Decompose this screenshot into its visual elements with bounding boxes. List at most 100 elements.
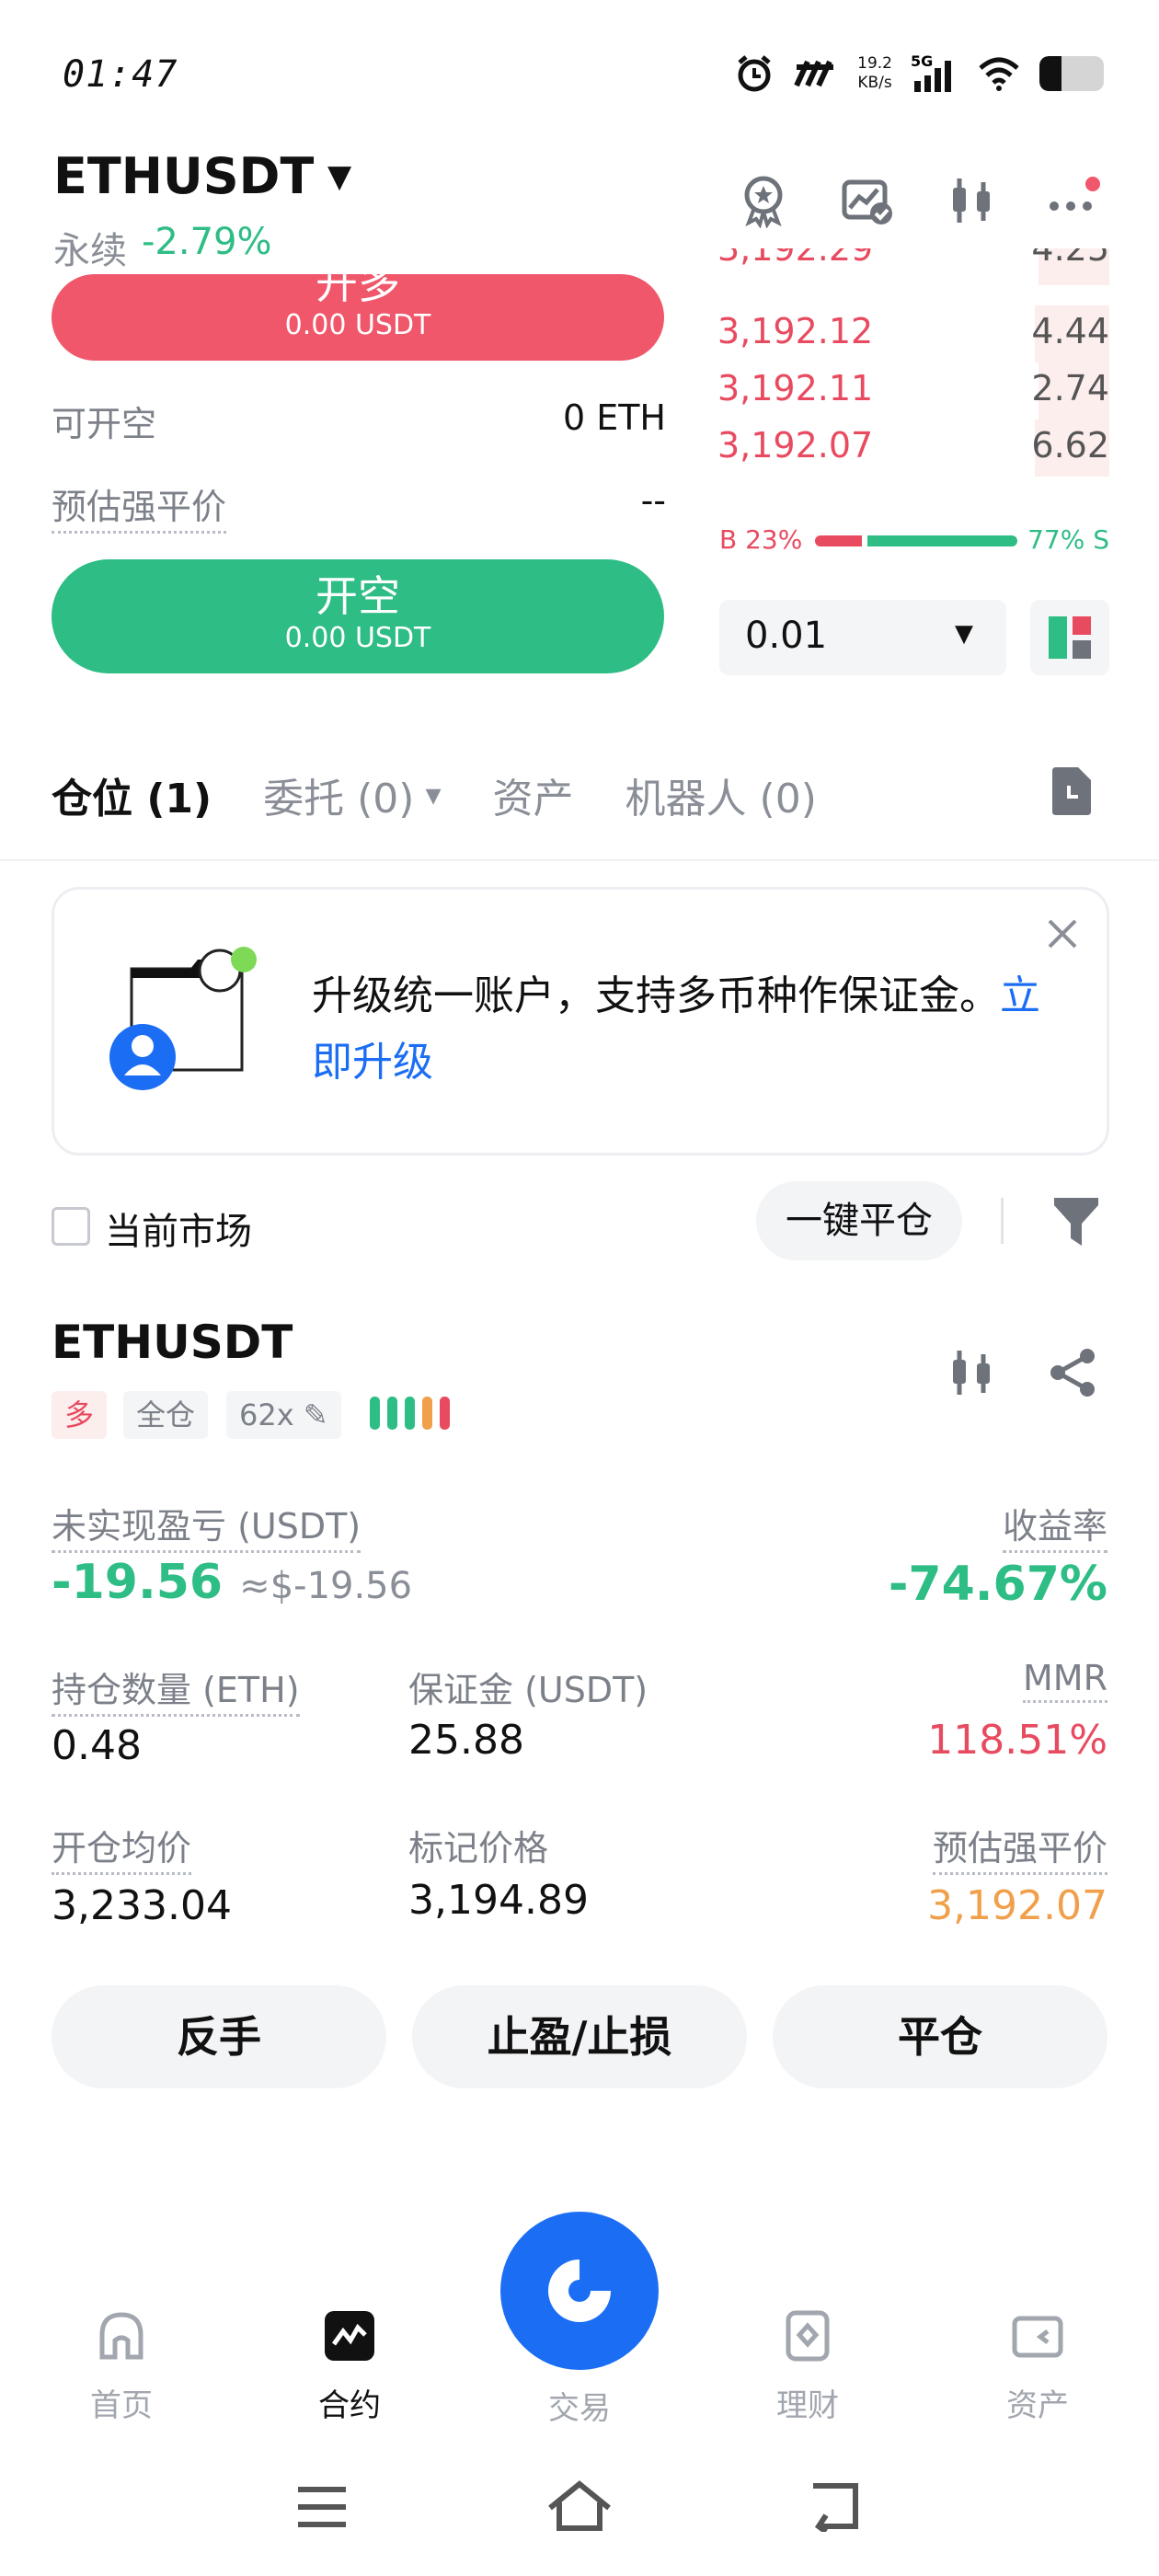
buy-ratio-label: B 23%	[719, 524, 803, 555]
ask-qty: 2.74	[1031, 368, 1109, 408]
rewards-badge-icon[interactable]	[736, 173, 791, 228]
ask-price: 3,192.12	[717, 311, 874, 351]
roe-value: -74.67%	[888, 1557, 1107, 1612]
cellular-signal-icon: 5G	[911, 53, 951, 92]
nav-assets[interactable]: 资产	[964, 2309, 1111, 2425]
back-icon[interactable]	[809, 2480, 865, 2532]
side-tag: 多	[52, 1391, 108, 1439]
tp-sl-button[interactable]: 止盈/止损	[412, 1985, 747, 2088]
buy-ratio-fill	[815, 535, 862, 546]
candlestick-chart-icon[interactable]	[944, 173, 999, 228]
share-icon[interactable]	[1045, 1345, 1100, 1400]
close-icon[interactable]	[1046, 917, 1079, 950]
reverse-position-button[interactable]: 反手	[52, 1985, 386, 2088]
current-market-label[interactable]: 当前市场	[105, 1202, 252, 1255]
close-all-button[interactable]: 一键平仓	[756, 1181, 962, 1260]
orderbook-ask-row[interactable]: 3,192.29 4.25	[717, 248, 1109, 285]
available-short-value: 0 ETH	[562, 397, 666, 438]
ask-price: 3,192.11	[717, 368, 874, 408]
alarm-icon	[738, 55, 771, 92]
est-liq-price-value: --	[640, 480, 666, 521]
order-history-icon[interactable]	[1049, 765, 1095, 817]
nav-home[interactable]: 首页	[48, 2309, 195, 2425]
filter-icon[interactable]	[1052, 1196, 1100, 1248]
orderbook-ask-row[interactable]: 3,192.12 4.44	[717, 305, 1109, 362]
network-speed: 19.2 KB/s	[857, 54, 892, 92]
adl-bar	[440, 1397, 450, 1430]
tab-item[interactable]: 仓位 (1)	[52, 765, 212, 824]
sell-ratio-label: 77% S	[1027, 524, 1109, 555]
unrealized-pnl-fiat: ≈$-19.56	[239, 1565, 413, 1607]
home-button-icon[interactable]	[546, 2480, 613, 2532]
unrealized-pnl-value: -19.56 ≈$-19.56	[52, 1555, 413, 1610]
svg-text:5G: 5G	[911, 53, 933, 70]
filter-divider	[1001, 1198, 1004, 1244]
more-menu-icon[interactable]	[1045, 173, 1100, 228]
ask-qty: 4.44	[1031, 311, 1109, 351]
banner-message: 升级统一账户，支持多币种作保证金。立即升级	[312, 972, 1040, 1086]
position-size-value: 0.48	[52, 1722, 142, 1769]
layout-icon	[1049, 616, 1091, 659]
earn-icon	[786, 2310, 830, 2362]
ask-price: 3,192.07	[717, 425, 874, 466]
orderbook-ask-row[interactable]: 3,192.11 2.74	[717, 362, 1109, 420]
menu-icon[interactable]	[296, 2484, 348, 2530]
close-position-button[interactable]: 平仓	[773, 1985, 1107, 2088]
orderbook-ask-row[interactable]: 3,192.07 6.62	[717, 420, 1109, 477]
trade-fab-button[interactable]	[500, 2212, 659, 2370]
ask-price: 3,192.29	[717, 248, 874, 269]
tab-divider	[0, 859, 1159, 861]
margin-mode-tag: 全仓	[123, 1391, 209, 1439]
unified-account-illustration-icon	[109, 947, 257, 1090]
ask-qty: 4.25	[1031, 248, 1109, 269]
nav-trade-label[interactable]: 交易	[506, 2383, 653, 2428]
pair-title[interactable]: ETHUSDT	[53, 147, 314, 205]
position-tabs: 仓位 (1) 委托 (0) ▾ 资产 机器人 (0)	[52, 765, 817, 824]
sell-ratio-fill	[867, 535, 1017, 546]
battery-icon	[1039, 56, 1104, 91]
adl-bar	[422, 1397, 432, 1430]
current-market-checkbox[interactable]	[52, 1207, 90, 1246]
position-liq-price-value: 3,192.07	[927, 1882, 1107, 1929]
status-time: 01:47	[63, 53, 178, 96]
position-liq-price-label[interactable]: 预估强平价	[932, 1820, 1107, 1875]
entry-price-label[interactable]: 开仓均价	[52, 1820, 192, 1875]
tab-item[interactable]: 机器人 (0)	[625, 765, 817, 824]
roe-label[interactable]: 收益率	[1002, 1498, 1107, 1553]
unrealized-pnl-label[interactable]: 未实现盈亏 (USDT)	[52, 1498, 361, 1553]
ask-qty: 6.62	[1031, 425, 1109, 466]
futures-icon	[325, 2311, 374, 2361]
chevron-down-icon[interactable]: ▾	[425, 776, 441, 813]
edit-icon: ✎	[303, 1397, 328, 1432]
tab-item[interactable]: 委托 (0)	[263, 765, 414, 824]
adl-bar	[387, 1397, 397, 1430]
chart-verified-icon[interactable]	[839, 173, 894, 228]
trade-icon	[548, 2260, 611, 2322]
adl-bar	[405, 1397, 415, 1430]
position-symbol[interactable]: ETHUSDT	[52, 1316, 293, 1369]
adl-indicator	[370, 1397, 462, 1433]
home-icon	[99, 2312, 143, 2360]
depth-precision-select[interactable]: 0.01 ▼	[719, 600, 1006, 675]
mark-price-value: 3,194.89	[408, 1877, 589, 1924]
mmr-label[interactable]: MMR	[1023, 1658, 1107, 1703]
orderbook-layout-button[interactable]	[1030, 600, 1109, 675]
open-long-button[interactable]: 开多 0.00 USDT	[52, 259, 664, 361]
pair-dropdown-icon[interactable]: ▼	[327, 158, 351, 195]
position-chart-icon[interactable]	[944, 1345, 999, 1400]
leverage-tag[interactable]: 62x ✎	[226, 1391, 341, 1439]
est-liq-price-label[interactable]: 预估强平价	[52, 478, 227, 534]
available-short-label: 可开空	[52, 404, 157, 444]
status-icons: 19.2 KB/s 5G	[734, 46, 1104, 101]
mmr-value: 118.51%	[927, 1717, 1107, 1764]
nav-earn[interactable]: 理财	[734, 2309, 881, 2425]
nav-futures[interactable]: 合约	[276, 2309, 423, 2425]
tab-item[interactable]: 资产	[493, 765, 574, 824]
position-size-label[interactable]: 持仓数量 (ETH)	[52, 1662, 300, 1717]
open-short-button[interactable]: 开空 0.00 USDT	[52, 559, 664, 673]
margin-value: 25.88	[408, 1717, 524, 1764]
upgrade-account-banner: 升级统一账户，支持多币种作保证金。立即升级	[52, 887, 1109, 1156]
buy-sell-ratio: B 23% 77% S	[719, 523, 1109, 559]
app-notification-icon	[794, 60, 834, 87]
wallet-icon	[1012, 2316, 1063, 2358]
